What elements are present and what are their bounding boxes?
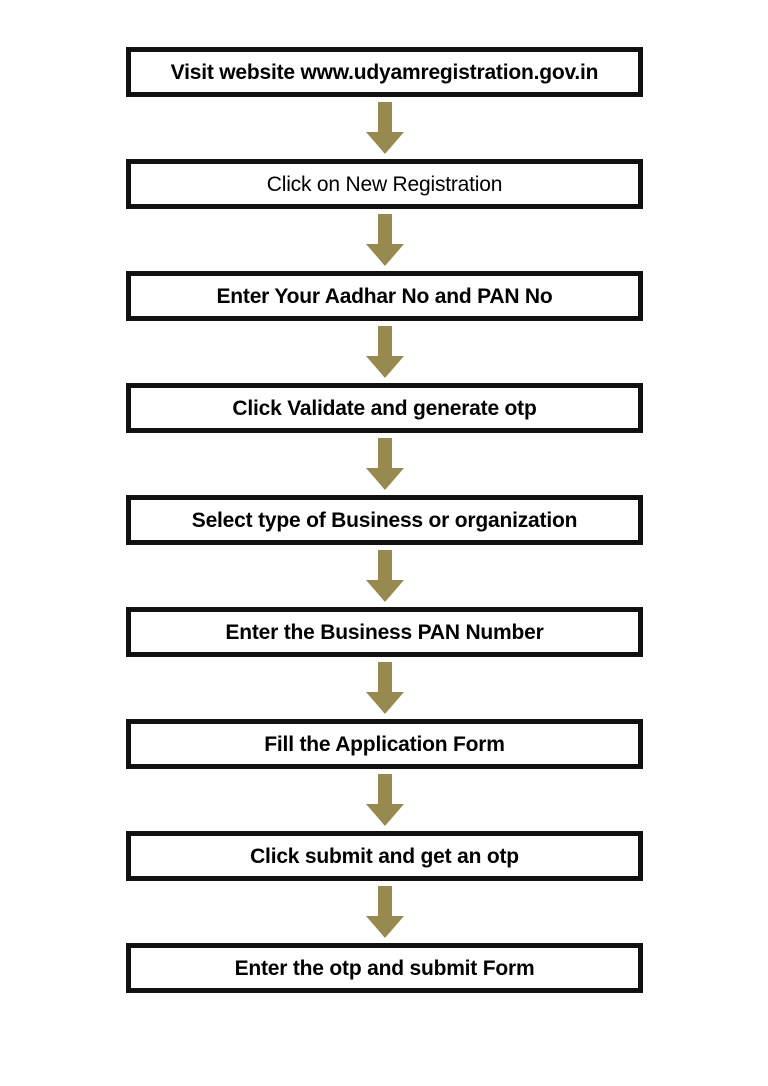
flowchart-step-7: Fill the Application Form <box>126 719 643 769</box>
flowchart-step-label: Select type of Business or organization <box>191 508 578 532</box>
down-arrow-icon <box>365 662 404 714</box>
flowchart-connector-6-to-7 <box>126 657 643 719</box>
down-arrow-icon <box>365 326 404 378</box>
down-arrow-icon <box>365 102 404 154</box>
flowchart-step-label: Visit website www.udyamregistration.gov.… <box>170 60 599 84</box>
flowchart-step-9: Enter the otp and submit Form <box>126 943 643 993</box>
down-arrow-icon <box>365 214 404 266</box>
down-arrow-icon <box>365 886 404 938</box>
flowchart-connector-5-to-6 <box>126 545 643 607</box>
flowchart-step-2: Click on New Registration <box>126 159 643 209</box>
down-arrow-icon <box>365 774 404 826</box>
flowchart-connector-4-to-5 <box>126 433 643 495</box>
flowchart-step-3: Enter Your Aadhar No and PAN No <box>126 271 643 321</box>
flowchart-step-6: Enter the Business PAN Number <box>126 607 643 657</box>
flowchart-connector-1-to-2 <box>126 97 643 159</box>
flowchart-step-label: Enter the otp and submit Form <box>234 956 535 980</box>
down-arrow-icon <box>365 438 404 490</box>
flowchart-connector-7-to-8 <box>126 769 643 831</box>
flowchart-step-label: Click on New Registration <box>266 172 503 196</box>
flowchart-step-1: Visit website www.udyamregistration.gov.… <box>126 47 643 97</box>
flowchart-step-5: Select type of Business or organization <box>126 495 643 545</box>
flowchart-canvas: Visit website www.udyamregistration.gov.… <box>0 0 768 1086</box>
flowchart-step-label: Enter Your Aadhar No and PAN No <box>216 284 553 308</box>
flowchart-step-label: Click submit and get an otp <box>250 844 519 868</box>
flowchart-step-chain: Visit website www.udyamregistration.gov.… <box>126 47 643 993</box>
flowchart-step-label: Click Validate and generate otp <box>232 396 537 420</box>
flowchart-step-label: Enter the Business PAN Number <box>225 620 544 644</box>
flowchart-connector-8-to-9 <box>126 881 643 943</box>
flowchart-connector-2-to-3 <box>126 209 643 271</box>
flowchart-step-4: Click Validate and generate otp <box>126 383 643 433</box>
flowchart-connector-3-to-4 <box>126 321 643 383</box>
down-arrow-icon <box>365 550 404 602</box>
flowchart-step-label: Fill the Application Form <box>264 732 505 756</box>
flowchart-step-8: Click submit and get an otp <box>126 831 643 881</box>
